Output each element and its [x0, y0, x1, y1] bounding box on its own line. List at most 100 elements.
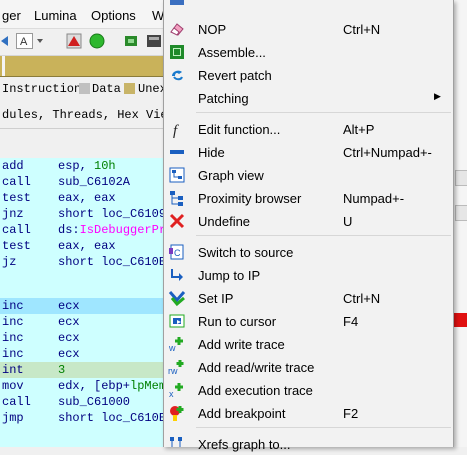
asm-mnemonic: jmp: [2, 411, 24, 425]
menu-item-shortcut: Numpad+-: [343, 191, 405, 206]
menu-item-jump-to-ip[interactable]: Jump to IP: [164, 263, 453, 286]
asm-mnemonic: inc: [2, 299, 24, 313]
menu-item-label: Undefine: [198, 214, 251, 229]
asm-operand-part: esp,: [58, 159, 95, 173]
rw-trace-icon: rw: [168, 360, 184, 376]
arrow-icon[interactable]: [0, 33, 10, 49]
pane-button[interactable]: [455, 170, 467, 186]
source-icon: C: [169, 244, 184, 260]
menu-item-label: Patching: [198, 91, 249, 106]
menu-item-label: Assemble...: [198, 45, 266, 60]
asm-line[interactable]: call ds:IsDebuggerPr: [0, 222, 163, 238]
asm-operand-part: ecx: [58, 315, 80, 329]
asm-line[interactable]: test eax, eax: [0, 238, 163, 254]
menu-item-run-to-cursor[interactable]: Run to cursor F4: [164, 309, 453, 332]
menu-item-hide[interactable]: Hide Ctrl+Numpad+-: [164, 140, 453, 163]
menu-item-add-execution-trace[interactable]: x Add execution trace: [164, 378, 453, 401]
menu-item-shortcut: U: [343, 214, 353, 229]
asm-line[interactable]: call sub_C6102A: [0, 174, 163, 190]
asm-line[interactable]: inc ecx: [0, 330, 163, 346]
svg-text:f: f: [173, 123, 179, 138]
asm-line[interactable]: call sub_C61000: [0, 394, 163, 410]
asm-line[interactable]: inc ecx: [0, 346, 163, 362]
asm-operand-part: sub_C61000: [58, 395, 131, 409]
menu-item-label: Hide: [198, 145, 225, 160]
asm-operands: eax, eax: [58, 239, 116, 253]
menu-item-shortcut: Ctrl+N: [343, 291, 381, 306]
asm-mnemonic: jnz: [2, 207, 24, 221]
menu-item-label: Add execution trace: [198, 383, 313, 398]
menu-item-graph-view[interactable]: Graph view: [164, 163, 453, 186]
nav-band-position-marker: [2, 56, 5, 76]
menu-item-set-ip[interactable]: Set IP Ctrl+N: [164, 286, 453, 309]
pane-button-2[interactable]: [455, 205, 467, 221]
structures-icon[interactable]: [145, 33, 163, 49]
asm-line[interactable]: test eax, eax: [0, 190, 163, 206]
legend-data-label: Data: [92, 82, 121, 96]
asm-operand-part: short loc_C610B: [58, 255, 163, 269]
legend-unexplored-swatch: [124, 83, 135, 94]
asm-operand-part: eax, eax: [58, 191, 116, 205]
menu-item-proximity-browser[interactable]: Proximity browser Numpad+-: [164, 186, 453, 209]
menu-item-add-read-write-trace[interactable]: rw Add read/write trace: [164, 355, 453, 378]
menu-item-assemble[interactable]: Assemble...: [164, 40, 453, 63]
asm-operands: ecx: [58, 347, 80, 361]
asm-line[interactable]: inc ecx: [0, 314, 163, 330]
asm-mnemonic: add: [2, 159, 24, 173]
legend-data-swatch: [79, 83, 90, 94]
svg-text:x: x: [169, 389, 174, 399]
menu-item-add-write-trace[interactable]: w Add write trace: [164, 332, 453, 355]
menu-lumina[interactable]: Lumina: [34, 8, 77, 23]
warning-icon[interactable]: [66, 33, 82, 49]
asm-line[interactable]: inc ecx: [0, 298, 163, 314]
text-style-dropdown[interactable]: A: [16, 33, 48, 49]
menu-item-label: Jump to IP: [198, 268, 261, 283]
write-trace-icon: w: [168, 337, 183, 353]
menu-item-rename-partial[interactable]: [164, 0, 453, 15]
asm-mnemonic: call: [2, 223, 31, 237]
menu-item-xrefs-graph-to[interactable]: Xrefs graph to...: [164, 432, 453, 455]
menu-item-shortcut: Alt+P: [343, 122, 375, 137]
submenu-arrow-icon: ▶: [434, 91, 441, 101]
exec-trace-icon: x: [169, 383, 183, 399]
asm-operand-part: short loc_C610E: [58, 411, 163, 425]
menu-item-shortcut: F2: [343, 406, 359, 421]
disassembly-view[interactable]: add esp, 10h call sub_C6102A test eax, eax jnz…: [0, 158, 163, 447]
menu-item-revert-patch[interactable]: Revert patch: [164, 63, 453, 86]
menu-item-patching[interactable]: Patching ▶: [164, 86, 453, 109]
asm-operand-part: ecx: [58, 331, 80, 345]
menu-item-edit-function[interactable]: f Edit function... Alt+P: [164, 117, 453, 140]
asm-operands: ds:IsDebuggerPr: [58, 223, 163, 237]
menu-debugger[interactable]: ger: [2, 8, 21, 23]
asm-line[interactable]: add esp, 10h: [0, 158, 163, 174]
run-cursor-icon: [169, 314, 185, 328]
asm-operands: esp, 10h: [58, 159, 116, 173]
asm-line[interactable]: jmp short loc_C610E: [0, 410, 163, 426]
asm-line[interactable]: mov edx, [ebp+lpMem: [0, 378, 163, 394]
menu-item-shortcut: Ctrl+N: [343, 22, 381, 37]
asm-line[interactable]: int 3: [0, 362, 163, 378]
asm-operands: eax, eax: [58, 191, 116, 205]
breakpoint-icon: [170, 406, 184, 421]
svg-text:A: A: [20, 36, 28, 48]
menu-item-nop[interactable]: NOP Ctrl+N: [164, 17, 453, 40]
asm-operands: ecx: [58, 331, 80, 345]
menu-item-label: Add write trace: [198, 337, 285, 352]
asm-operands: ecx: [58, 315, 80, 329]
revert-icon: [172, 70, 183, 81]
start-process-icon[interactable]: [89, 33, 105, 49]
asm-line[interactable]: jz short loc_C610B: [0, 254, 163, 270]
menu-item-add-breakpoint[interactable]: Add breakpoint F2: [164, 401, 453, 424]
menu-item-switch-to-source[interactable]: C Switch to source: [164, 240, 453, 263]
asm-operand-part: ecx: [58, 299, 80, 313]
asm-mnemonic: test: [2, 191, 31, 205]
menu-separator: [196, 235, 451, 236]
asm-operand-part: 3: [58, 363, 66, 377]
asm-operand-part: ds:: [58, 223, 80, 237]
menu-item-undefine[interactable]: Undefine U: [164, 209, 453, 232]
eraser-icon: [170, 23, 184, 36]
menu-options[interactable]: Options: [91, 8, 136, 23]
chip-tool-icon[interactable]: [123, 33, 141, 49]
asm-operand-part: edx, [ebp+: [58, 379, 131, 393]
asm-line[interactable]: jnz short loc_C6109: [0, 206, 163, 222]
